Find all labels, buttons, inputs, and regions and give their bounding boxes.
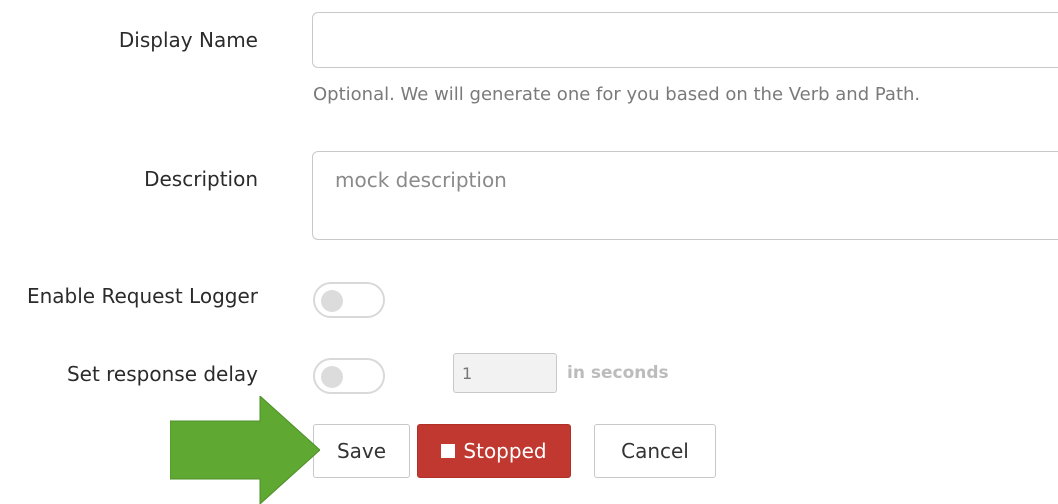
description-label: Description (144, 167, 258, 191)
response-delay-toggle[interactable] (313, 358, 385, 394)
response-delay-label: Set response delay (66, 362, 258, 386)
stopped-label: Stopped (463, 439, 547, 463)
stop-icon (441, 444, 456, 458)
toggle-knob (321, 366, 343, 388)
save-button[interactable]: Save (313, 424, 410, 478)
toggle-knob (321, 290, 343, 312)
cancel-button[interactable]: Cancel (594, 424, 716, 478)
request-logger-toggle[interactable] (313, 282, 385, 318)
green-arrow-icon (170, 396, 320, 504)
response-delay-input[interactable] (453, 353, 557, 393)
display-name-help-text: Optional. We will generate one for you b… (313, 84, 921, 105)
mock-edit-form: Display Name Optional. We will generate … (0, 0, 1058, 504)
request-logger-label: Enable Request Logger (26, 284, 258, 308)
response-delay-unit: in seconds (567, 363, 669, 383)
description-textarea[interactable] (312, 151, 1058, 240)
stopped-button[interactable]: Stopped (417, 424, 571, 478)
display-name-label: Display Name (118, 28, 258, 52)
display-name-input[interactable] (312, 12, 1058, 68)
